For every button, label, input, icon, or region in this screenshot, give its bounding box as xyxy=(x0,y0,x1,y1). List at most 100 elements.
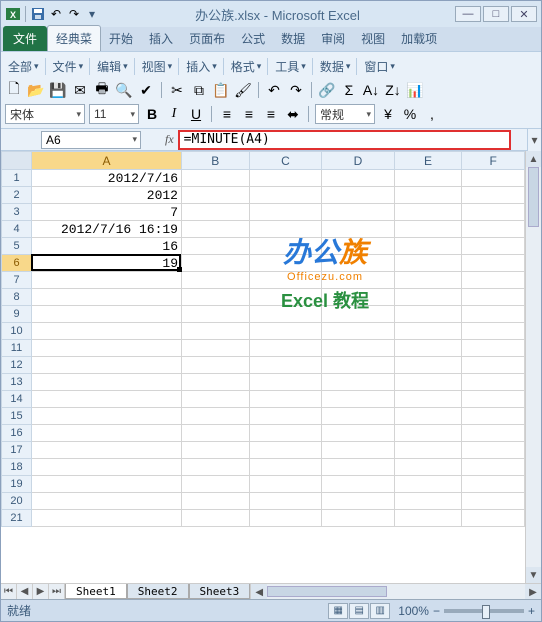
spell-icon[interactable]: ✔ xyxy=(137,81,155,99)
cell-C18[interactable] xyxy=(249,459,322,476)
cell-F15[interactable] xyxy=(462,408,525,425)
cell-E15[interactable] xyxy=(394,408,462,425)
zoom-out-icon[interactable]: − xyxy=(433,604,440,618)
tab-formula[interactable]: 公式 xyxy=(233,26,273,51)
cell-C14[interactable] xyxy=(249,391,322,408)
sheet-tab-Sheet3[interactable]: Sheet3 xyxy=(189,584,251,599)
cell-F14[interactable] xyxy=(462,391,525,408)
number-format-select[interactable]: 常规 xyxy=(315,104,375,124)
cell-E13[interactable] xyxy=(394,374,462,391)
sort-asc-icon[interactable]: A↓ xyxy=(362,81,380,99)
cell-F12[interactable] xyxy=(462,357,525,374)
cell-E2[interactable] xyxy=(394,187,462,204)
cell-A14[interactable] xyxy=(32,391,182,408)
row-header-21[interactable]: 21 xyxy=(2,510,32,527)
cell-A16[interactable] xyxy=(32,425,182,442)
tab-insert[interactable]: 插入 xyxy=(141,26,181,51)
italic-button[interactable]: I xyxy=(165,105,183,123)
sort-desc-icon[interactable]: Z↓ xyxy=(384,81,402,99)
cell-E19[interactable] xyxy=(394,476,462,493)
cell-B9[interactable] xyxy=(182,306,250,323)
cell-A3[interactable]: 7 xyxy=(32,204,182,221)
qat-dropdown-icon[interactable]: ▾ xyxy=(84,6,100,22)
cell-F17[interactable] xyxy=(462,442,525,459)
view-pagebreak-icon[interactable]: ▥ xyxy=(370,603,390,619)
cell-E6[interactable] xyxy=(394,255,462,272)
cell-B18[interactable] xyxy=(182,459,250,476)
cut-icon[interactable]: ✂ xyxy=(168,81,186,99)
cell-D7[interactable] xyxy=(322,272,395,289)
row-header-7[interactable]: 7 xyxy=(2,272,32,289)
zoom-in-icon[interactable]: + xyxy=(528,604,535,618)
merge-icon[interactable]: ⬌ xyxy=(284,105,302,123)
cell-E11[interactable] xyxy=(394,340,462,357)
row-header-12[interactable]: 12 xyxy=(2,357,32,374)
zoom-slider[interactable] xyxy=(444,609,524,613)
cell-E21[interactable] xyxy=(394,510,462,527)
view-pagelayout-icon[interactable]: ▤ xyxy=(349,603,369,619)
cell-C10[interactable] xyxy=(249,323,322,340)
row-header-13[interactable]: 13 xyxy=(2,374,32,391)
menu-data[interactable]: 数据 xyxy=(320,58,344,75)
tab-next-icon[interactable]: ▶ xyxy=(33,584,49,599)
col-header-E[interactable]: E xyxy=(394,152,462,170)
menu-format[interactable]: 格式 xyxy=(231,58,255,75)
cell-B2[interactable] xyxy=(182,187,250,204)
cell-B4[interactable] xyxy=(182,221,250,238)
cell-C1[interactable] xyxy=(249,170,322,187)
cell-C19[interactable] xyxy=(249,476,322,493)
cell-C4[interactable] xyxy=(249,221,322,238)
cell-C9[interactable] xyxy=(249,306,322,323)
cell-D19[interactable] xyxy=(322,476,395,493)
cell-A20[interactable] xyxy=(32,493,182,510)
row-header-15[interactable]: 15 xyxy=(2,408,32,425)
cell-D10[interactable] xyxy=(322,323,395,340)
cell-D17[interactable] xyxy=(322,442,395,459)
cell-D20[interactable] xyxy=(322,493,395,510)
cell-C8[interactable] xyxy=(249,289,322,306)
row-header-11[interactable]: 11 xyxy=(2,340,32,357)
col-header-A[interactable]: A xyxy=(32,152,182,170)
cell-C11[interactable] xyxy=(249,340,322,357)
cell-E12[interactable] xyxy=(394,357,462,374)
cell-B16[interactable] xyxy=(182,425,250,442)
cell-B19[interactable] xyxy=(182,476,250,493)
cell-E4[interactable] xyxy=(394,221,462,238)
cell-A4[interactable]: 2012/7/16 16:19 xyxy=(32,221,182,238)
cell-D16[interactable] xyxy=(322,425,395,442)
row-header-20[interactable]: 20 xyxy=(2,493,32,510)
cell-B13[interactable] xyxy=(182,374,250,391)
tab-layout[interactable]: 页面布 xyxy=(181,26,233,51)
cell-E17[interactable] xyxy=(394,442,462,459)
cell-F16[interactable] xyxy=(462,425,525,442)
cell-E3[interactable] xyxy=(394,204,462,221)
cell-E1[interactable] xyxy=(394,170,462,187)
paste-icon[interactable]: 📋 xyxy=(212,81,230,99)
cell-F13[interactable] xyxy=(462,374,525,391)
cell-B11[interactable] xyxy=(182,340,250,357)
cell-B15[interactable] xyxy=(182,408,250,425)
menu-all[interactable]: 全部 xyxy=(8,58,32,75)
cell-F4[interactable] xyxy=(462,221,525,238)
row-header-8[interactable]: 8 xyxy=(2,289,32,306)
redo-icon[interactable]: ↷ xyxy=(66,6,82,22)
sheet-tab-Sheet2[interactable]: Sheet2 xyxy=(127,584,189,599)
row-header-4[interactable]: 4 xyxy=(2,221,32,238)
tab-addin[interactable]: 加载项 xyxy=(393,26,445,51)
tab-home[interactable]: 开始 xyxy=(101,26,141,51)
menu-file[interactable]: 文件 xyxy=(53,58,77,75)
formula-input[interactable]: =MINUTE(A4) xyxy=(178,130,511,150)
preview-icon[interactable]: 🔍 xyxy=(115,81,133,99)
cell-F18[interactable] xyxy=(462,459,525,476)
row-header-5[interactable]: 5 xyxy=(2,238,32,255)
cell-D8[interactable] xyxy=(322,289,395,306)
scroll-down-icon[interactable]: ▼ xyxy=(526,567,541,583)
cell-D4[interactable] xyxy=(322,221,395,238)
tab-file[interactable]: 文件 xyxy=(3,26,47,51)
row-header-14[interactable]: 14 xyxy=(2,391,32,408)
copy-icon[interactable]: ⧉ xyxy=(190,81,208,99)
cell-B20[interactable] xyxy=(182,493,250,510)
cell-C20[interactable] xyxy=(249,493,322,510)
cell-E18[interactable] xyxy=(394,459,462,476)
cell-grid[interactable]: ABCDEF 12012/7/16220123742012/7/16 16:19… xyxy=(1,151,525,527)
